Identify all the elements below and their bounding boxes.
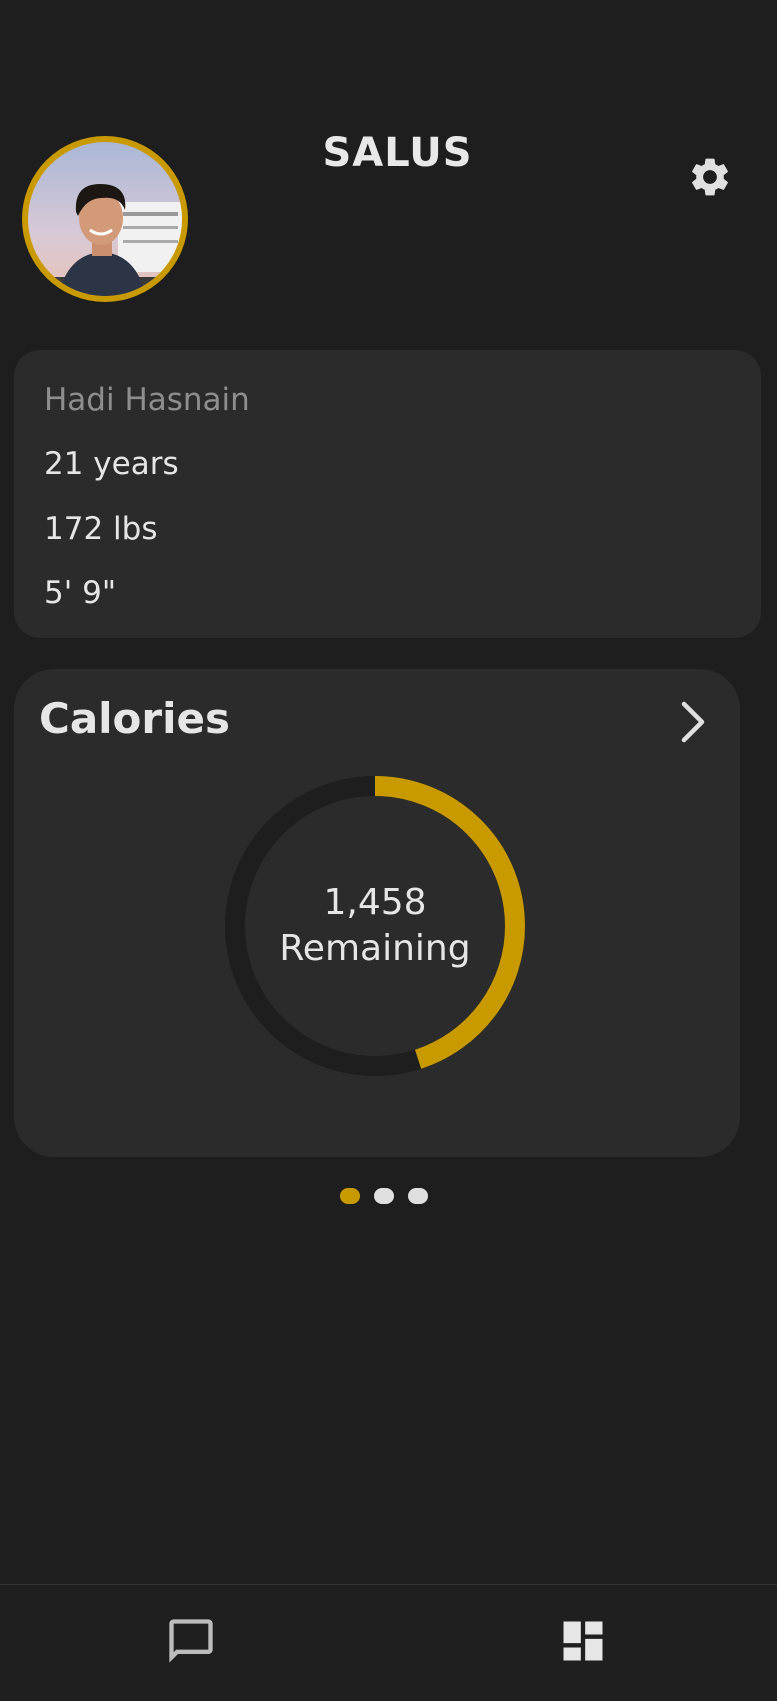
profile-name: Hadi Hasnain (44, 382, 250, 418)
app-title: SALUS (322, 130, 473, 176)
chat-bubble-icon (169, 1619, 213, 1663)
calories-remaining-label: Remaining (279, 928, 471, 969)
profile-card: Hadi Hasnain 21 years 172 lbs 5' 9" (14, 350, 761, 638)
calories-card[interactable]: Calories 1,458 Remaining (14, 669, 740, 1157)
nav-chat-button[interactable] (165, 1615, 217, 1667)
nav-dashboard-button[interactable] (557, 1615, 609, 1667)
page-dot[interactable] (408, 1188, 428, 1204)
calories-remaining-value: 1,458 (323, 882, 427, 923)
profile-age: 21 years (44, 446, 179, 482)
calories-progress-ring: 1,458 Remaining (224, 775, 526, 1077)
profile-weight: 172 lbs (44, 511, 158, 547)
page-dot[interactable] (374, 1188, 394, 1204)
bottom-nav (0, 1584, 777, 1701)
page-dot[interactable] (340, 1188, 360, 1204)
gear-icon (692, 158, 728, 196)
settings-button[interactable] (687, 154, 733, 200)
dashboard-icon (563, 1621, 603, 1661)
page-indicator (340, 1188, 428, 1208)
calories-title: Calories (39, 694, 231, 743)
calories-details-button[interactable] (672, 698, 712, 746)
profile-height: 5' 9" (44, 575, 117, 611)
chevron-right-icon (681, 701, 705, 743)
